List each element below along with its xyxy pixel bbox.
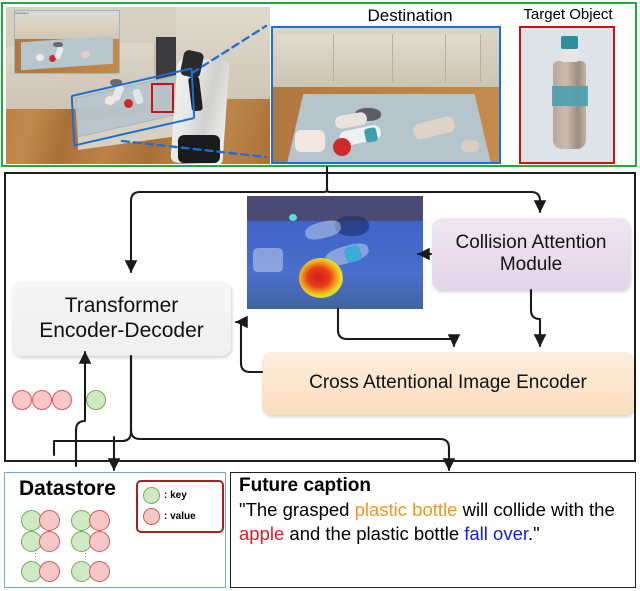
target-object-label: Target Object	[523, 6, 613, 23]
bottle-label-band	[552, 86, 588, 106]
collision-label-line2: Module	[499, 254, 563, 275]
inset-object-gray	[53, 42, 63, 47]
caption-highlight-plastic-bottle: plastic bottle	[354, 499, 458, 520]
legend-key-text: : key	[164, 490, 187, 501]
key-circle-icon	[143, 487, 160, 504]
heatmap-collision-hotspot	[299, 258, 343, 298]
caption-seg-mid2: and the plastic bottle	[284, 523, 465, 545]
datastore-legend: : key : value	[136, 480, 224, 533]
node-collision-attention-module[interactable]: Collision Attention Module	[432, 218, 630, 290]
future-caption-title: Future caption	[239, 475, 371, 496]
future-caption-text: "The grasped plastic bottle will collide…	[239, 498, 633, 546]
future-caption-panel: Future caption "The grasped plastic bott…	[230, 472, 636, 588]
robot-base	[178, 135, 220, 163]
legend-row-key: : key	[143, 487, 187, 504]
datastore-value	[89, 510, 110, 531]
encoder-label: Cross Attentional Image Encoder	[309, 372, 587, 394]
token-circle-value-2	[32, 390, 52, 410]
target-object-image	[519, 26, 615, 164]
bottle-cap	[561, 36, 578, 49]
inset-object-far	[81, 51, 90, 58]
attention-heatmap-image	[247, 196, 423, 309]
heatmap-upper-band	[247, 196, 423, 221]
node-transformer-encoder-decoder[interactable]: Transformer Encoder-Decoder	[12, 281, 231, 356]
dest-cabinet-3	[393, 34, 446, 82]
robot-scene-image: Camera 1	[6, 7, 270, 164]
value-circle-icon	[143, 508, 160, 525]
dest-cabinet-1	[277, 34, 334, 82]
datastore-value	[39, 561, 60, 582]
transformer-label-line2: Encoder-Decoder	[39, 318, 204, 342]
inset-camera-view: Camera 1	[14, 10, 120, 74]
heatmap-object-mug	[253, 248, 283, 272]
caption-seg-close: ."	[528, 523, 540, 545]
datastore-panel: Datastore : key : value ⋮ ⋮	[4, 472, 226, 588]
token-circle-value-1	[12, 390, 32, 410]
caption-seg-mid1: will collide with the	[457, 499, 615, 520]
datastore-value	[39, 531, 60, 552]
destination-image	[271, 26, 501, 164]
destination-label: Destination	[367, 6, 453, 25]
datastore-ellipsis: ⋮	[31, 548, 40, 558]
dest-object-small	[461, 140, 479, 152]
dest-object-mug	[295, 130, 325, 152]
caption-highlight-apple: apple	[239, 523, 285, 545]
dest-object-bottle-band	[363, 126, 379, 144]
token-circle-key-1	[86, 390, 106, 410]
caption-seg-open: "The grasped	[239, 499, 355, 520]
datastore-value	[89, 561, 110, 582]
dest-table-surface	[287, 94, 491, 162]
datastore-value	[39, 510, 60, 531]
caption-highlight-fall-over: fall over	[464, 523, 529, 545]
datastore-title: Datastore	[19, 477, 116, 500]
figure-root: Camera 1 Destination Target Object Trans…	[0, 0, 640, 591]
datastore-ellipsis: ⋮	[81, 548, 90, 558]
target-object-bbox	[151, 83, 174, 113]
collision-label-line1: Collision Attention	[455, 231, 607, 253]
top-panel: Camera 1 Destination Target Object	[1, 2, 637, 167]
dest-cabinet-2	[334, 34, 393, 82]
bottle-neck	[561, 48, 578, 62]
dest-cabinet-4	[446, 34, 481, 82]
legend-value-text: : value	[164, 511, 196, 522]
token-circle-value-3	[52, 390, 72, 410]
datastore-value	[89, 531, 110, 552]
legend-row-value: : value	[143, 508, 196, 525]
dest-object-apple	[333, 138, 351, 156]
node-cross-attentional-image-encoder[interactable]: Cross Attentional Image Encoder	[262, 352, 634, 415]
inset-object-mug	[36, 54, 44, 61]
heatmap-hotspot-small	[289, 214, 297, 221]
transformer-label-line1: Transformer	[64, 293, 179, 317]
